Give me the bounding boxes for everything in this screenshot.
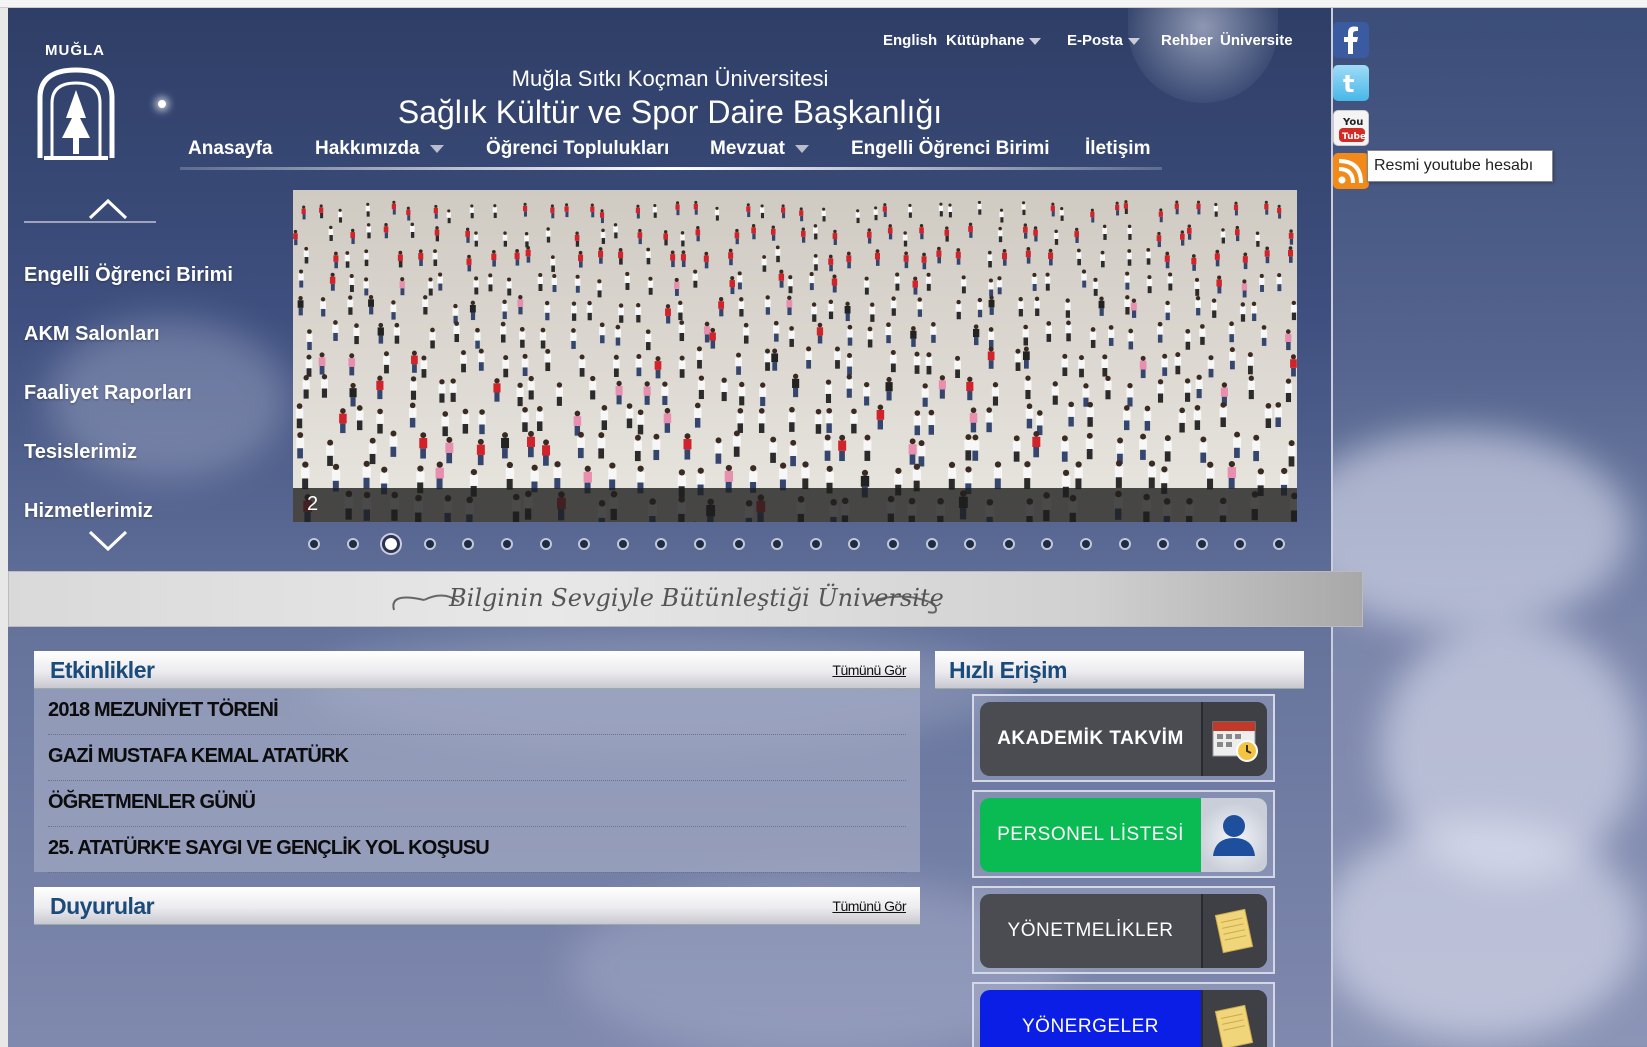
slider-dot[interactable] bbox=[1002, 538, 1015, 550]
slider-dot[interactable] bbox=[732, 538, 745, 550]
nav-ogrenci-topluluklari[interactable]: Öğrenci Toplulukları bbox=[486, 138, 669, 160]
youtube-tooltip: Resmi youtube hesabı bbox=[1367, 150, 1553, 182]
akademik-takvim-button[interactable]: AKADEMİK TAKVİM bbox=[980, 702, 1267, 776]
chevron-down-icon bbox=[1127, 37, 1140, 45]
slider-dot[interactable] bbox=[308, 538, 320, 550]
yonetmelikler-label: YÖNETMELİKLER bbox=[1007, 920, 1174, 941]
event-item[interactable]: 25. ATATÜRK'E SAYGI VE GENÇLİK YOL KOŞUS… bbox=[48, 827, 906, 873]
link-universite[interactable]: Üniversite bbox=[1220, 32, 1293, 49]
personel-listesi-label: PERSONEL LİSTESİ bbox=[997, 824, 1184, 845]
link-english[interactable]: English bbox=[883, 32, 937, 49]
announcements-panel-header: Duyurular Tümünü Gör bbox=[34, 887, 920, 925]
nav-mevzuat-label: Mevzuat bbox=[710, 138, 785, 159]
events-panel-header: Etkinlikler Tümünü Gör bbox=[34, 651, 920, 689]
slider-dot[interactable] bbox=[887, 538, 899, 550]
events-list: 2018 MEZUNİYET TÖRENİ GAZİ MUSTAFA KEMAL… bbox=[34, 689, 920, 873]
quick-access-item: YÖNERGELER bbox=[972, 982, 1275, 1047]
events-title: Etkinlikler bbox=[50, 657, 155, 683]
slider-dot[interactable] bbox=[925, 538, 938, 550]
nav-iletisim[interactable]: İletişim bbox=[1085, 138, 1150, 160]
slogan-bar: Bilginin Sevgiyle Bütünleştiği Üniversit… bbox=[8, 571, 1363, 627]
slide-number: 2 bbox=[307, 493, 319, 515]
event-item-text: GAZİ MUSTAFA KEMAL ATATÜRK bbox=[48, 745, 349, 767]
announcements-title: Duyurular bbox=[50, 893, 155, 919]
document-icon bbox=[1201, 894, 1267, 968]
chevron-down-icon[interactable] bbox=[88, 530, 128, 552]
side-menu-divider bbox=[24, 221, 156, 223]
slogan-text: Bilginin Sevgiyle Bütünleştiği Üniversit… bbox=[449, 584, 944, 612]
slider-dot[interactable] bbox=[539, 538, 552, 550]
link-kutuphane-label: Kütüphane bbox=[946, 32, 1025, 49]
slide-caption-bar: 2 bbox=[293, 488, 1297, 522]
nav-underline bbox=[180, 167, 1162, 170]
slider-dot[interactable] bbox=[1080, 538, 1092, 550]
link-eposta[interactable]: E-Posta bbox=[1067, 32, 1140, 49]
side-menu-akm-salonlari[interactable]: AKM Salonları bbox=[24, 323, 160, 346]
person-icon bbox=[1201, 798, 1267, 872]
link-eposta-label: E-Posta bbox=[1067, 32, 1123, 49]
browser-top-strip bbox=[0, 0, 1647, 8]
slider-dot[interactable] bbox=[346, 538, 359, 550]
event-item-text: 25. ATATÜRK'E SAYGI VE GENÇLİK YOL KOŞUS… bbox=[48, 837, 490, 859]
quick-access-item: PERSONEL LİSTESİ bbox=[972, 790, 1275, 878]
side-menu-tesislerimiz[interactable]: Tesislerimiz bbox=[24, 441, 137, 464]
slider-dot[interactable] bbox=[694, 538, 706, 550]
twitter-icon[interactable]: t bbox=[1333, 65, 1369, 101]
quick-access-title: Hızlı Erişim bbox=[949, 657, 1067, 683]
event-item[interactable]: 2018 MEZUNİYET TÖRENİ bbox=[48, 689, 906, 735]
facebook-icon[interactable] bbox=[1333, 22, 1369, 58]
nav-engelli-ogrenci-birimi[interactable]: Engelli Öğrenci Birimi bbox=[851, 138, 1050, 160]
event-item[interactable]: GAZİ MUSTAFA KEMAL ATATÜRK bbox=[48, 735, 906, 781]
event-item-text: ÖĞRETMENLER GÜNÜ bbox=[48, 791, 256, 813]
akademik-takvim-label: AKADEMİK TAKVİM bbox=[997, 728, 1184, 749]
youtube-icon[interactable]: You Tube bbox=[1333, 110, 1369, 146]
yonetmelikler-button[interactable]: YÖNETMELİKLER bbox=[980, 894, 1267, 968]
side-menu-engelli-ogrenci[interactable]: Engelli Öğrenci Birimi bbox=[24, 264, 233, 287]
slider-dot[interactable] bbox=[501, 538, 513, 550]
nav-anasayfa[interactable]: Anasayfa bbox=[188, 138, 273, 160]
slider-dot[interactable] bbox=[1118, 538, 1131, 550]
events-see-all-link[interactable]: Tümünü Gör bbox=[832, 662, 906, 678]
slider-dot[interactable] bbox=[423, 538, 436, 550]
chevron-down-icon bbox=[1029, 37, 1042, 45]
calendar-icon bbox=[1201, 702, 1267, 776]
nav-hakkimizda[interactable]: Hakkımızda bbox=[315, 138, 444, 160]
yonergeler-label: YÖNERGELER bbox=[1022, 1016, 1159, 1037]
quick-access-item: AKADEMİK TAKVİM bbox=[972, 694, 1275, 782]
side-menu-faaliyet-raporlari[interactable]: Faaliyet Raporları bbox=[24, 382, 192, 405]
slider-dot[interactable] bbox=[809, 538, 822, 550]
chevron-down-icon bbox=[429, 144, 444, 153]
logo-text: MUĞLA bbox=[45, 42, 105, 59]
rss-icon[interactable] bbox=[1333, 153, 1369, 189]
document-icon bbox=[1201, 990, 1267, 1047]
quick-access-header: Hızlı Erişim bbox=[935, 651, 1304, 689]
slide-photo-crowd bbox=[293, 190, 1297, 522]
announcements-see-all-link[interactable]: Tümünü Gör bbox=[832, 898, 906, 914]
slider-dot[interactable] bbox=[616, 538, 629, 550]
personel-listesi-button[interactable]: PERSONEL LİSTESİ bbox=[980, 798, 1267, 872]
nav-hakkimizda-label: Hakkımızda bbox=[315, 138, 420, 159]
slider-dot[interactable] bbox=[1195, 538, 1208, 550]
chevron-up-icon[interactable] bbox=[88, 198, 128, 220]
image-slider[interactable]: 2 bbox=[293, 190, 1297, 522]
slider-dot[interactable] bbox=[1273, 538, 1285, 550]
quick-access-item: YÖNETMELİKLER bbox=[972, 886, 1275, 974]
left-edge bbox=[0, 8, 8, 1047]
event-item-text: 2018 MEZUNİYET TÖRENİ bbox=[48, 699, 279, 721]
department-title: Sağlık Kültür ve Spor Daire Başkanlığı bbox=[397, 94, 943, 130]
svg-text:t: t bbox=[1343, 70, 1354, 98]
side-menu-hizmetlerimiz[interactable]: Hizmetlerimiz bbox=[24, 500, 153, 523]
link-kutuphane[interactable]: Kütüphane bbox=[946, 32, 1042, 49]
yonergeler-button[interactable]: YÖNERGELER bbox=[980, 990, 1267, 1047]
svg-text:You: You bbox=[1342, 117, 1363, 128]
chevron-down-icon bbox=[794, 144, 809, 153]
event-item[interactable]: ÖĞRETMENLER GÜNÜ bbox=[48, 781, 906, 827]
nav-mevzuat[interactable]: Mevzuat bbox=[710, 138, 809, 160]
cloud-decoration bbox=[1320, 820, 1640, 1040]
svg-text:Tube: Tube bbox=[1342, 132, 1366, 142]
link-rehber[interactable]: Rehber bbox=[1161, 32, 1213, 49]
university-name: Muğla Sıtkı Koçman Üniversitesi bbox=[511, 66, 829, 91]
